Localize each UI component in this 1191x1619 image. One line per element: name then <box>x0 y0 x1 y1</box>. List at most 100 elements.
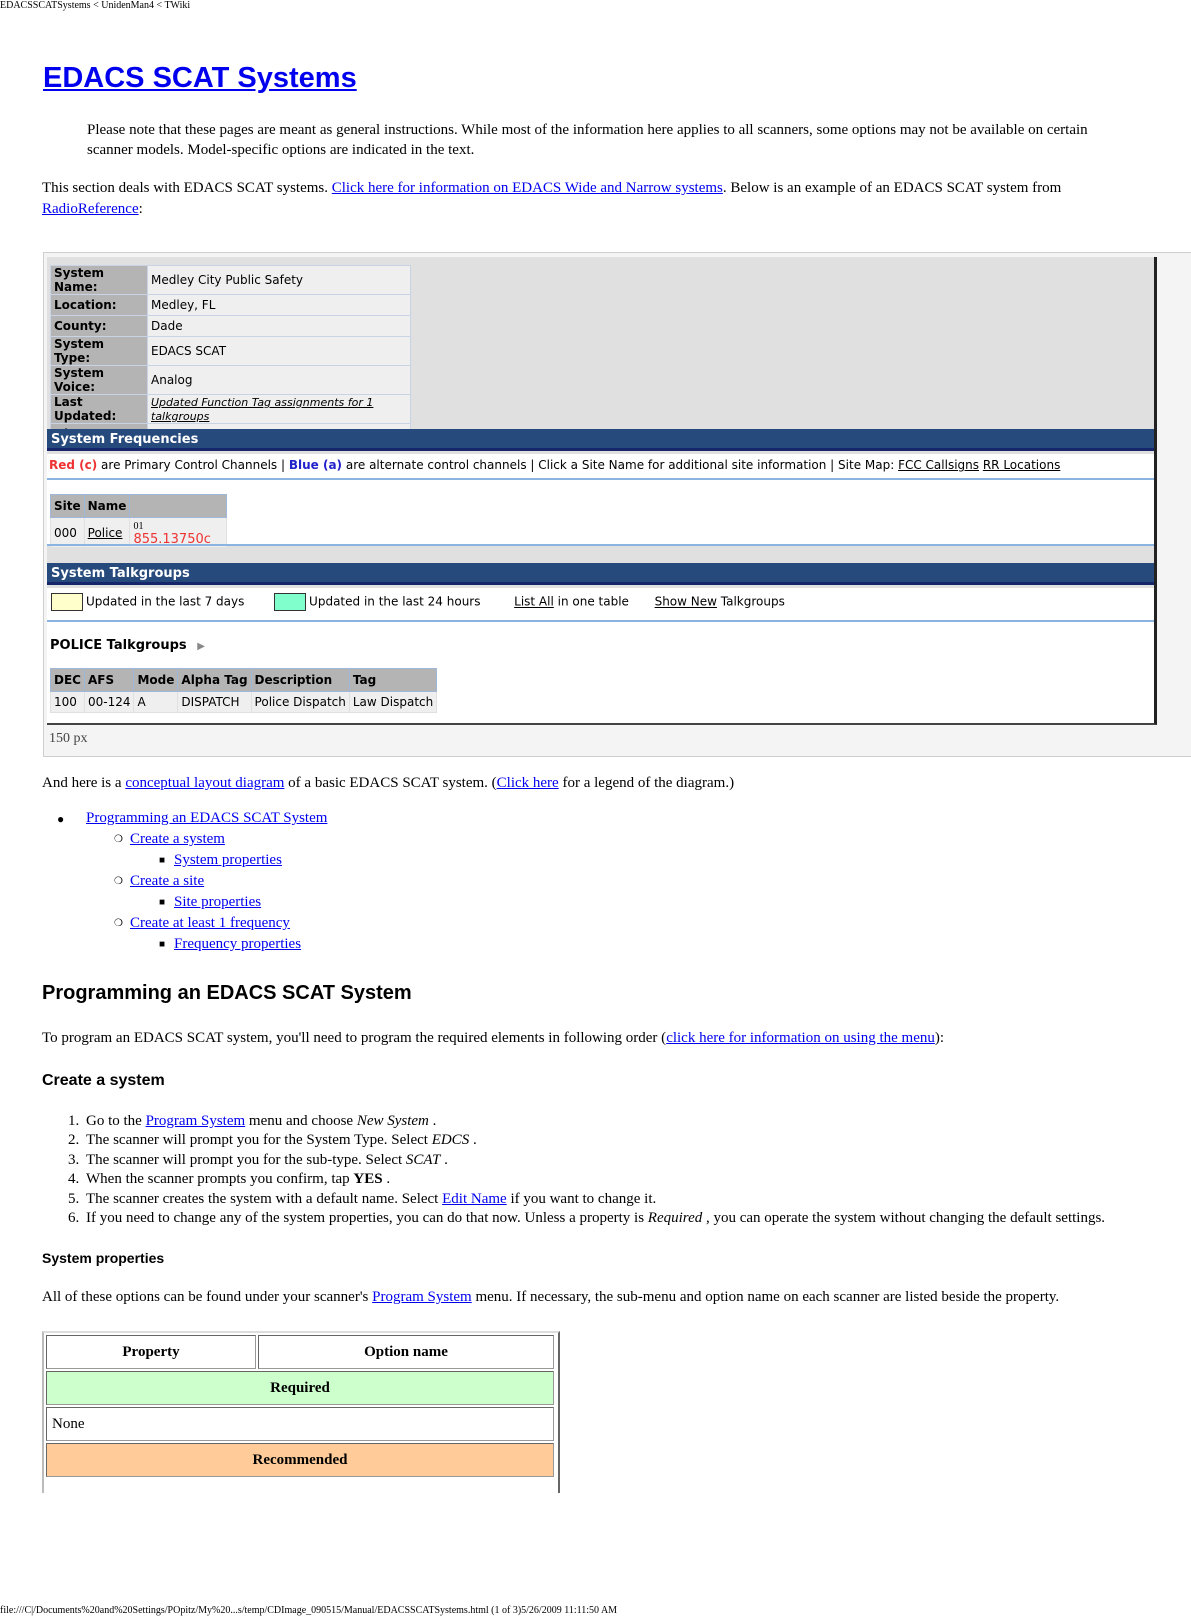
step-text: , you can operate the system without cha… <box>702 1210 1106 1227</box>
step-text: Go to the <box>86 1113 146 1129</box>
toc-link-site-properties[interactable]: Site properties <box>174 894 261 910</box>
para-text: ): <box>934 1030 945 1046</box>
step-number: 6. <box>68 1210 80 1227</box>
info-value: EDACS SCAT <box>147 336 411 366</box>
toc-item: ❍ Create a system <box>42 829 327 850</box>
info-value: Medley City Public Safety <box>147 265 411 295</box>
browser-header: EDACSSCATSystems < UnidenMan4 < TWiki <box>0 0 191 11</box>
table-cell: DISPATCH <box>177 691 252 713</box>
step-text: When the scanner prompts you confirm, ta… <box>86 1171 354 1188</box>
circle-bullet-icon: ❍ <box>114 876 123 887</box>
step-text: . <box>428 1113 437 1129</box>
column-header: Tag <box>348 668 438 692</box>
step-link[interactable]: Edit Name <box>442 1191 507 1207</box>
info-row: System Type: EDACS SCAT <box>50 336 411 366</box>
system-talkgroups-header: System Talkgroups <box>47 563 1154 585</box>
info-label: Location: <box>50 294 148 316</box>
legend-text: are alternate control channels | Click a… <box>342 458 899 472</box>
show-new-link[interactable]: Show New <box>655 595 717 609</box>
system-properties-heading: System properties <box>42 1250 165 1266</box>
site-name-link[interactable]: Police <box>83 517 131 548</box>
talkgroups-legend: Updated in the last 7 days Updated in th… <box>51 593 785 611</box>
table-cell: 00-124 <box>83 691 135 713</box>
frequencies-band: Red (c) are Primary Control Channels | B… <box>47 454 1154 548</box>
table-cell: Law Dispatch <box>348 691 438 713</box>
legend-text: Updated in the last 7 days <box>86 594 245 609</box>
toc-link-system-properties[interactable]: System properties <box>174 852 282 868</box>
fcc-callsigns-link[interactable]: FCC Callsigns <box>898 458 979 472</box>
red-control-label: Red (c) <box>49 458 98 472</box>
program-system-link[interactable]: Program System <box>372 1289 472 1305</box>
step-item: 5. The scanner creates the system with a … <box>42 1190 1105 1209</box>
toc-item: ● Programming an EDACS SCAT System <box>42 808 327 829</box>
updated-7-days-swatch <box>51 593 83 611</box>
step-number: 3. <box>68 1151 80 1168</box>
police-talkgroups-title[interactable]: POLICE Talkgroups ▶ <box>50 638 205 653</box>
info-row: County: Dade <box>50 315 411 337</box>
toc-item: ■ Frequency properties <box>42 934 327 955</box>
para-text: for a legend of the diagram.) <box>558 775 735 791</box>
legend-text: are Primary Control Channels | <box>97 458 289 472</box>
step-number: 4. <box>68 1171 80 1188</box>
step-emphasis: EDCS <box>431 1132 470 1149</box>
column-header: DEC <box>50 668 85 692</box>
step-item: 2. The scanner will prompt you for the Sy… <box>42 1131 1105 1150</box>
disc-bullet-icon: ● <box>57 812 65 826</box>
column-header: Mode <box>133 668 179 692</box>
last-updated-link[interactable]: Updated Function Tag assignments for 1 t… <box>151 396 373 423</box>
edacs-wide-narrow-link[interactable]: Click here for information on EDACS Wide… <box>332 180 723 196</box>
column-header <box>129 494 228 518</box>
toc-link-frequency-properties[interactable]: Frequency properties <box>174 936 301 952</box>
column-header: Site <box>50 494 85 518</box>
expand-arrow-icon[interactable]: ▶ <box>197 641 205 652</box>
rr-locations-link[interactable]: RR Locations <box>983 458 1061 472</box>
toc-link-create-site[interactable]: Create a site <box>130 873 204 889</box>
toc-link-programming[interactable]: Programming an EDACS SCAT System <box>86 810 327 826</box>
radioreference-example-image: System Name: Medley City Public Safety Loc… <box>43 252 1191 757</box>
para-text: To program an EDACS SCAT system, you'll … <box>42 1030 667 1046</box>
toc-item: ■ System properties <box>42 850 327 871</box>
legend-text: in one table <box>553 594 629 609</box>
required-group-row: Required <box>46 1371 554 1405</box>
info-value[interactable]: Updated Function Tag assignments for 1 t… <box>147 394 411 424</box>
page-title-link[interactable]: EDACS SCAT Systems <box>43 62 357 94</box>
square-bullet-icon: ■ <box>159 897 166 908</box>
divider <box>47 544 1154 546</box>
table-of-contents: ● Programming an EDACS SCAT System ❍ Creat… <box>42 808 327 955</box>
column-header-option-name: Option name <box>258 1335 554 1369</box>
create-system-heading: Create a system <box>42 1072 165 1089</box>
column-header: Description <box>250 668 350 692</box>
talkgroup-table: DEC AFS Mode Alpha Tag Description Tag 100 00-… <box>50 668 438 713</box>
step-text: . <box>469 1132 477 1149</box>
site-frequency-table: Site Name 000 Police 01 855.13750c <box>50 494 228 548</box>
image-caption: 150 px <box>49 731 88 746</box>
table-row: 000 Police 01 855.13750c <box>50 517 228 548</box>
conceptual-diagram-link[interactable]: conceptual layout diagram <box>125 775 284 791</box>
toc-item: ■ Site properties <box>42 892 327 913</box>
toc-link-create-frequency[interactable]: Create at least 1 frequency <box>130 915 290 931</box>
step-emphasis: Required <box>647 1210 703 1227</box>
step-text: if you want to change it. <box>506 1190 657 1207</box>
diagram-legend-link[interactable]: Click here <box>497 775 559 791</box>
column-header: AFS <box>83 668 135 692</box>
info-value: Medley, FL <box>147 294 411 316</box>
step-item: 3. The scanner will prompt you for the su… <box>42 1151 1105 1170</box>
radioreference-link[interactable]: RadioReference <box>42 201 139 217</box>
toc-link-create-system[interactable]: Create a system <box>130 831 225 847</box>
column-header-property: Property <box>46 1335 256 1369</box>
para-text: of a basic EDACS SCAT system. ( <box>284 775 497 791</box>
menu-info-link[interactable]: click here for information on using the … <box>666 1030 935 1046</box>
step-text: . <box>440 1151 448 1168</box>
info-label: System Type: <box>50 336 148 366</box>
step-link[interactable]: Program System <box>146 1113 246 1129</box>
list-all-link[interactable]: List All <box>514 595 554 609</box>
legend-text: Updated in the last 24 hours <box>309 594 481 609</box>
step-item: 1. Go to the Program System menu and choo… <box>42 1112 1105 1131</box>
toc-item: ❍ Create a site <box>42 871 327 892</box>
step-item: 6. If you need to change any of the syste… <box>42 1209 1105 1228</box>
step-item: 4. When the scanner prompts you confirm, … <box>42 1170 1105 1189</box>
info-row: System Voice: Analog <box>50 365 411 395</box>
legend-text: Talkgroups <box>716 594 785 609</box>
para-text: menu. If necessary, the sub-menu and opt… <box>471 1289 1060 1305</box>
divider <box>47 620 1154 622</box>
